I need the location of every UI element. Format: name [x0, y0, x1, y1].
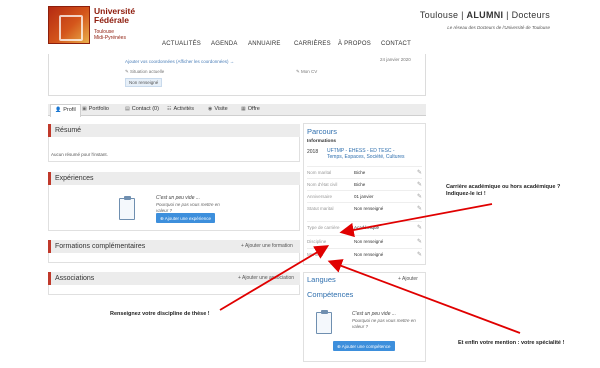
annotation-discipline: Renseignez votre discipline de thèse !	[110, 311, 210, 317]
arrow-discipline	[219, 245, 330, 311]
annotation-mention: Et enfin votre mention : votre spécialit…	[458, 340, 565, 346]
arrow-career	[339, 203, 493, 238]
arrow-mention	[327, 259, 521, 334]
annotation-career: Carrière académique ou hors académique ?…	[446, 184, 561, 197]
